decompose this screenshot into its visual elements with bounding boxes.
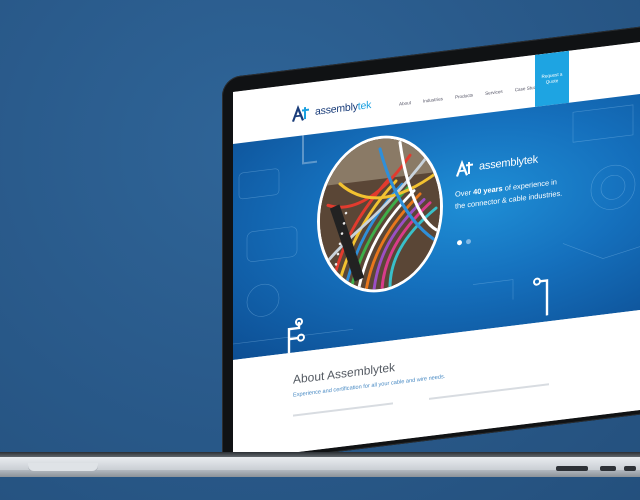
usb-port-icon bbox=[600, 466, 616, 471]
hero-tagline-start: Over bbox=[455, 187, 474, 199]
logo-text: assemblytek bbox=[315, 99, 371, 118]
assemblytek-logo-icon bbox=[291, 103, 311, 123]
site-logo[interactable]: assemblytek bbox=[291, 95, 371, 125]
hero-logo-suffix: tek bbox=[523, 153, 538, 168]
logo-text-suffix: tek bbox=[357, 99, 372, 113]
slider-dot[interactable] bbox=[457, 239, 462, 246]
laptop: assemblytek About Industries Products Se… bbox=[0, 0, 640, 500]
nav-item-products[interactable]: Products bbox=[449, 92, 479, 101]
circuit-node-icon bbox=[287, 317, 305, 354]
assemblytek-logo-icon bbox=[455, 158, 475, 178]
slider-dot[interactable] bbox=[466, 238, 471, 245]
laptop-lid-notch bbox=[28, 463, 98, 471]
nav-item-about[interactable]: About bbox=[393, 99, 417, 107]
main-nav: About Industries Products Services Case … bbox=[393, 83, 548, 107]
about-text-line bbox=[429, 383, 549, 400]
nav-item-services[interactable]: Services bbox=[479, 88, 509, 97]
hdmi-port-icon bbox=[624, 466, 636, 471]
sd-slot-icon bbox=[556, 466, 588, 471]
request-quote-button[interactable]: Request a Quote bbox=[535, 50, 569, 107]
about-text-line bbox=[293, 402, 393, 417]
nav-item-industries[interactable]: Industries bbox=[417, 95, 449, 104]
logo-text-prefix: assembly bbox=[315, 100, 358, 118]
hero-tagline-highlight: 40 years bbox=[473, 183, 503, 197]
laptop-base-edge bbox=[0, 470, 640, 477]
hero-logo-prefix: assembly bbox=[479, 155, 524, 173]
laptop-screen: assemblytek About Industries Products Se… bbox=[233, 37, 640, 460]
circuit-node-icon bbox=[533, 277, 549, 316]
